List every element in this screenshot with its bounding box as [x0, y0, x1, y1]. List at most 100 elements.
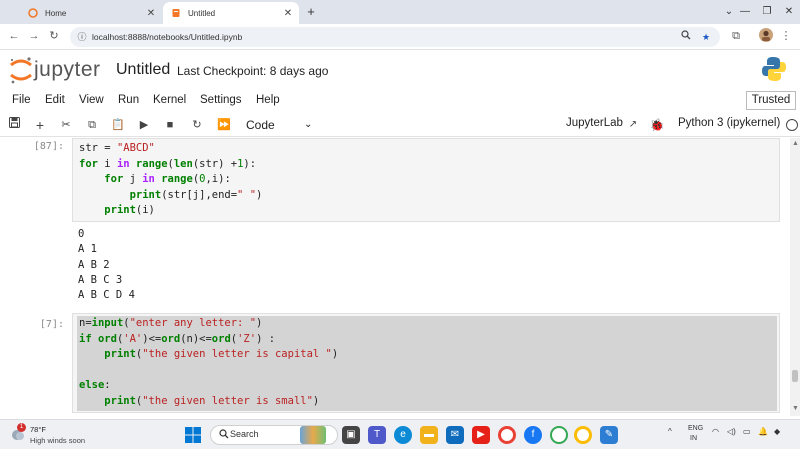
- trusted-indicator[interactable]: Trusted: [746, 91, 796, 110]
- code-editor[interactable]: str = "ABCD" for i in range(len(str) +1):…: [79, 141, 779, 219]
- volume-icon[interactable]: ◁): [727, 427, 736, 436]
- run-icon[interactable]: ▶: [135, 116, 153, 134]
- teams-icon[interactable]: T: [368, 426, 386, 444]
- cut-icon[interactable]: ✂: [57, 116, 75, 134]
- code-line: for j in range(0,i):: [104, 173, 231, 186]
- zoom-icon[interactable]: [678, 29, 694, 45]
- code-line: n=input("enter any letter: "): [79, 317, 263, 329]
- chrome-active-icon[interactable]: [574, 426, 592, 444]
- cell-type-value: Code: [246, 118, 275, 132]
- jupyter-logo-text: jupyter: [34, 58, 101, 81]
- facebook-icon[interactable]: f: [524, 426, 542, 444]
- output-line: A B 2: [78, 258, 110, 271]
- search-icon: [219, 429, 229, 441]
- edge-icon[interactable]: e: [394, 426, 412, 444]
- search-placeholder: Search: [230, 429, 259, 439]
- jupyter-favicon-icon: [28, 8, 38, 18]
- extensions-icon[interactable]: ⧉: [728, 28, 744, 44]
- scrollbar-thumb[interactable]: [792, 370, 798, 382]
- menu-kernel[interactable]: Kernel: [153, 94, 186, 106]
- output-line: A B C 3: [78, 273, 123, 286]
- lang-bottom[interactable]: IN: [690, 435, 697, 442]
- code-line: print(str[j],end=" "): [129, 188, 263, 201]
- address-bar[interactable]: ⓘ localhost:8888/notebooks/Untitled.ipyn…: [70, 27, 720, 47]
- chrome-profile-icon[interactable]: [550, 426, 568, 444]
- bookmark-star-icon[interactable]: ★: [698, 29, 714, 45]
- checkpoint-status: Last Checkpoint: 8 days ago: [177, 64, 329, 78]
- minimize-icon[interactable]: —: [734, 3, 756, 21]
- menu-help[interactable]: Help: [256, 94, 280, 106]
- menu-edit[interactable]: Edit: [45, 94, 65, 106]
- kernel-status-icon: [786, 119, 798, 131]
- paste-icon[interactable]: 📋: [109, 116, 127, 134]
- chevron-up-icon[interactable]: ^: [668, 427, 672, 436]
- restore-icon[interactable]: ❐: [756, 3, 778, 21]
- code-line: str = "ABCD": [79, 142, 155, 154]
- notebook-area: [87]: str = "ABCD" for i in range(len(str…: [0, 138, 790, 416]
- bell-icon[interactable]: 🔔: [758, 427, 768, 436]
- site-info-icon[interactable]: ⓘ: [74, 29, 90, 45]
- menu-run[interactable]: Run: [118, 94, 139, 106]
- menu-file[interactable]: File: [12, 94, 31, 106]
- close-icon[interactable]: ✕: [144, 8, 158, 19]
- jupyter-header: jupyter Untitled Last Checkpoint: 8 days…: [0, 50, 800, 90]
- cell-prompt: [87]:: [33, 141, 64, 152]
- wifi-icon[interactable]: ◠: [712, 427, 719, 436]
- output-line: A B C D 4: [78, 289, 135, 302]
- debugger-bug-icon[interactable]: 🐞: [648, 116, 666, 134]
- screen: Home ✕ Untitled ✕ + ⌄ — ❐ ✕ ← → ↻ ⓘ loca…: [0, 0, 800, 449]
- windows-taskbar: 1 78°F High winds soon Search ▣ T e ▬ ✉ …: [0, 419, 800, 449]
- code-line: else:: [79, 379, 111, 392]
- fast-forward-icon[interactable]: ⏩: [215, 116, 233, 134]
- windows-start-icon[interactable]: [185, 427, 201, 443]
- cell-type-select[interactable]: Code ⌄: [246, 116, 320, 134]
- photos-icon[interactable]: ✎: [600, 426, 618, 444]
- code-cell-1[interactable]: str = "ABCD" for i in range(len(str) +1):…: [72, 138, 780, 222]
- youtube-icon[interactable]: ▶: [472, 426, 490, 444]
- tab-home[interactable]: Home ✕: [20, 2, 162, 24]
- close-icon[interactable]: ✕: [281, 8, 295, 19]
- tab-untitled[interactable]: Untitled ✕: [163, 2, 299, 24]
- external-link-icon[interactable]: ↗: [624, 116, 642, 134]
- file-explorer-icon[interactable]: ▬: [420, 426, 438, 444]
- notification-badge: 1: [17, 423, 26, 432]
- menu-bar: File Edit View Run Kernel Settings Help …: [0, 90, 800, 112]
- forward-arrow-icon[interactable]: →: [26, 28, 42, 44]
- jupyter-logo-icon[interactable]: [8, 55, 34, 85]
- mail-icon[interactable]: ✉: [446, 426, 464, 444]
- back-arrow-icon[interactable]: ←: [6, 28, 22, 44]
- battery-icon[interactable]: ▭: [743, 427, 751, 436]
- copy-icon[interactable]: ⧉: [83, 116, 101, 134]
- address-bar-row: ← → ↻ ⓘ localhost:8888/notebooks/Untitle…: [0, 24, 800, 50]
- scroll-down-icon[interactable]: ▼: [792, 405, 799, 412]
- kernel-name[interactable]: Python 3 (ipykernel): [678, 117, 780, 129]
- reload-icon[interactable]: ↻: [46, 28, 62, 44]
- code-cell-2[interactable]: n=input("enter any letter: ") if ord('A')…: [72, 313, 780, 413]
- scroll-up-icon[interactable]: ▲: [792, 140, 799, 147]
- save-icon[interactable]: [5, 116, 23, 134]
- menu-settings[interactable]: Settings: [200, 94, 242, 106]
- widget-image[interactable]: [300, 426, 326, 444]
- add-cell-icon[interactable]: +: [31, 116, 49, 134]
- python-logo-icon: [762, 56, 786, 82]
- jupyterlab-link[interactable]: JupyterLab: [566, 117, 623, 129]
- lang-top[interactable]: ENG: [688, 425, 703, 432]
- restart-icon[interactable]: ↻: [188, 116, 206, 134]
- code-editor[interactable]: n=input("enter any letter: ") if ord('A')…: [79, 316, 338, 410]
- tab-label: Home: [45, 8, 67, 18]
- menu-view[interactable]: View: [79, 94, 104, 106]
- chrome-icon[interactable]: [498, 426, 516, 444]
- more-menu-icon[interactable]: ⋮: [778, 28, 794, 44]
- stop-icon[interactable]: ■: [161, 116, 179, 134]
- notebook-toolbar: + ✂ ⧉ 📋 ▶ ■ ↻ ⏩ Code ⌄ JupyterLab ↗ 🐞 Py…: [0, 113, 800, 137]
- output-line: A 1: [78, 243, 97, 256]
- chevron-down-icon: ⌄: [304, 119, 313, 130]
- code-line: for i in range(len(str) +1):: [79, 157, 257, 170]
- window-close-icon[interactable]: ✕: [778, 3, 800, 21]
- new-tab-button[interactable]: +: [303, 4, 319, 20]
- notebook-title[interactable]: Untitled: [116, 61, 170, 79]
- copilot-icon[interactable]: ◆: [774, 427, 780, 436]
- avatar[interactable]: [758, 28, 774, 44]
- task-view-icon[interactable]: ▣: [342, 426, 360, 444]
- code-line: print("the given letter is small"): [104, 394, 320, 407]
